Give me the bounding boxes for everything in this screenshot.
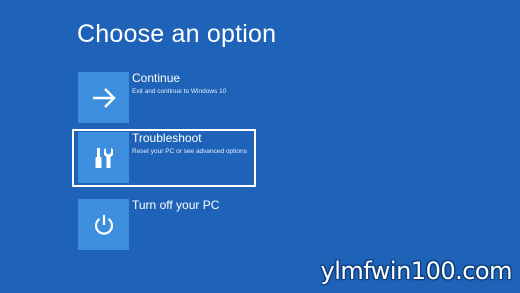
page-title: Choose an option [77,20,277,48]
troubleshoot-label: Troubleshoot [132,131,202,145]
tools-icon [91,145,117,171]
turn-off-tile[interactable] [78,199,129,250]
troubleshoot-option[interactable]: Troubleshoot Reset your PC or see advanc… [72,129,256,187]
troubleshoot-description: Reset your PC or see advanced options [132,148,247,155]
troubleshoot-tile[interactable] [78,132,129,183]
continue-description: Exit and continue to Windows 10 [132,88,227,95]
continue-tile[interactable] [78,72,129,123]
power-icon [91,212,117,238]
arrow-right-icon [91,87,117,109]
continue-option[interactable]: Continue Exit and continue to Windows 10 [72,69,256,127]
watermark: ylmfwin100.com [320,257,513,285]
continue-label: Continue [132,71,181,85]
recovery-screen: Choose an option Continue Exit and conti… [0,0,520,293]
turn-off-option[interactable]: Turn off your PC [72,196,256,254]
turn-off-label: Turn off your PC [132,198,220,212]
